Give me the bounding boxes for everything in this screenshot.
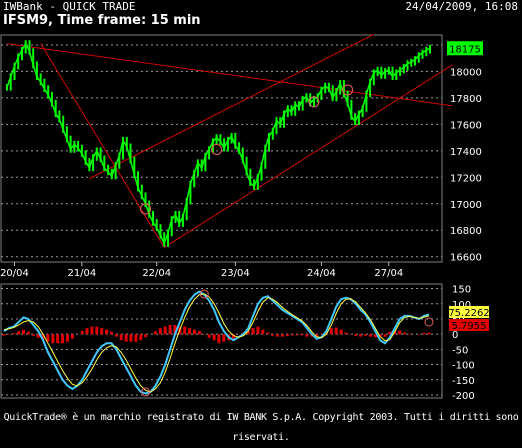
date-tick-label: 22/04 [142, 268, 171, 279]
trendline [163, 64, 453, 248]
osc-badge-2-label: 5.7955 [452, 321, 487, 332]
price-tick-label: 16800 [450, 226, 482, 237]
price-tick-label: 17800 [450, 94, 482, 105]
date-tick-label: 24/04 [307, 268, 336, 279]
price-tick-label: 17600 [450, 120, 482, 131]
osc-tick-label: -50 [452, 345, 468, 356]
trendline [40, 43, 165, 248]
osc-tick-label: -200 [452, 391, 475, 402]
price-tick-label: 17000 [450, 200, 482, 211]
price-tick-label: 17200 [450, 173, 482, 184]
osc-badge-1-label: 75.2262 [448, 308, 489, 319]
price-tick-label: 17400 [450, 147, 482, 158]
date-tick-label: 20/04 [0, 268, 29, 279]
trendline [89, 33, 375, 180]
copyright-footer: QuickTrade® è un marchio registrato di I… [3, 412, 519, 443]
price-tick-label: 16600 [450, 253, 482, 264]
osc-tick-label: -100 [452, 361, 475, 372]
date-tick-label: 23/04 [221, 268, 250, 279]
price-tick-label: 18000 [450, 67, 482, 78]
date-tick-label: 21/04 [67, 268, 96, 279]
date-tick-label: 27/04 [374, 268, 403, 279]
osc-circle-mark [424, 317, 434, 327]
last-price-label: 18175 [449, 44, 481, 55]
osc-line-yellow [3, 293, 430, 393]
chart-canvas: 16600 16800 17000 17200 17400 17600 17800 18000… [0, 33, 490, 402]
osc-tick-label: 150 [452, 285, 471, 296]
osc-tick-label: -150 [452, 376, 475, 387]
